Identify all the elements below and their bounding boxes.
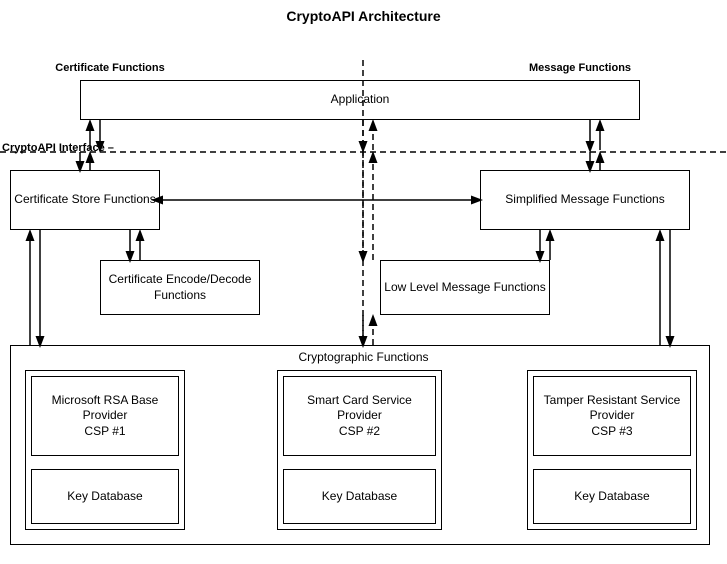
main-title: CryptoAPI Architecture [0, 8, 727, 24]
key-db3-label: Key Database [574, 489, 649, 505]
tamper-label: Tamper Resistant Service Provider CSP #3 [534, 393, 690, 440]
smart-card-label: Smart Card Service Provider CSP #2 [284, 393, 435, 440]
cert-encode-box: Certificate Encode/Decode Functions [100, 260, 260, 315]
cryptoapi-interface-label: CryptoAPI Interface – [2, 142, 162, 154]
message-functions-label: Message Functions [490, 62, 670, 74]
tamper-box: Tamper Resistant Service Provider CSP #3… [527, 370, 697, 530]
low-level-message-box: Low Level Message Functions [380, 260, 550, 315]
cert-store-box: Certificate Store Functions [10, 170, 160, 230]
cert-functions-label: Certificate Functions [30, 62, 190, 74]
rsa-base-label: Microsoft RSA Base Provider CSP #1 [32, 393, 178, 440]
key-db1-label: Key Database [67, 489, 142, 505]
cryptographic-functions-label: Cryptographic Functions [0, 350, 727, 364]
rsa-base-box: Microsoft RSA Base Provider CSP #1 Key D… [25, 370, 185, 530]
smart-card-box: Smart Card Service Provider CSP #2 Key D… [277, 370, 442, 530]
key-db2-label: Key Database [322, 489, 397, 505]
diagram: CryptoAPI Architecture Certificate Funct… [0, 0, 727, 564]
simplified-message-box: Simplified Message Functions [480, 170, 690, 230]
application-box: Application [80, 80, 640, 120]
